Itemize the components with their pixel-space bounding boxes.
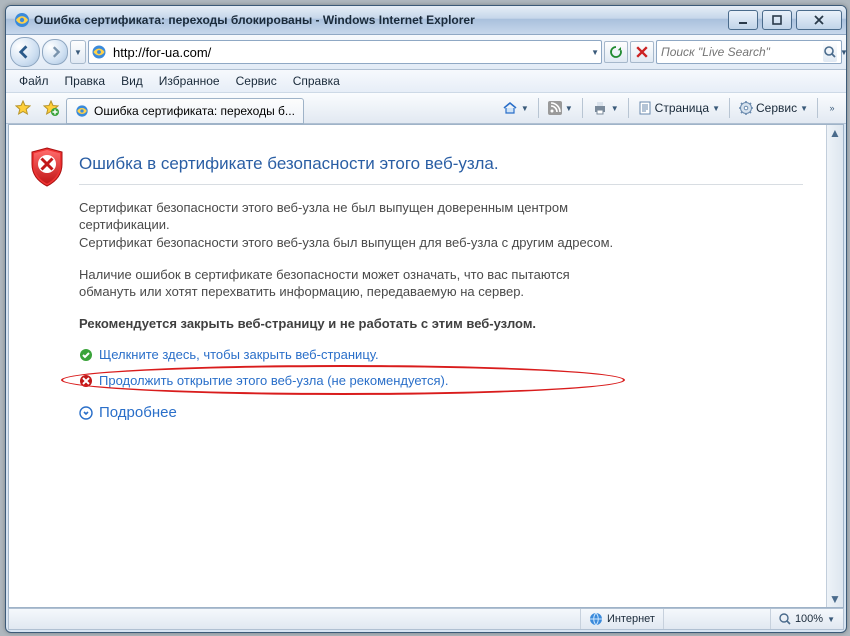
close-page-row: Щелкните здесь, чтобы закрыть веб-страни… [79, 346, 619, 364]
continue-link[interactable]: Продолжить открытие этого веб-узла (не р… [99, 372, 448, 390]
command-bar: Ошибка сертификата: переходы б... ▼ ▼ ▼ … [6, 93, 846, 124]
search-dropdown[interactable]: ▼ [840, 48, 847, 57]
more-info-link[interactable]: Подробнее [99, 403, 177, 423]
zoom-icon [779, 613, 791, 625]
close-page-link[interactable]: Щелкните здесь, чтобы закрыть веб-страни… [99, 346, 379, 364]
ie-icon [14, 12, 30, 28]
search-box[interactable]: ▼ [656, 40, 842, 64]
add-favorites-button[interactable] [38, 96, 64, 120]
toolbar-chevron[interactable]: » [822, 96, 842, 120]
cert-error-text-3: Наличие ошибок в сертификате безопасност… [79, 266, 619, 301]
nav-bar: ▼ ▼ ▼ [6, 35, 846, 70]
minimize-button[interactable] [728, 10, 758, 30]
window-buttons [728, 10, 842, 30]
cert-error-page: Ошибка в сертификате безопасности этого … [9, 125, 843, 452]
forward-button[interactable] [42, 39, 68, 65]
tools-menu-button[interactable]: Сервис▼ [734, 96, 813, 120]
status-zoom[interactable]: 100% ▼ [770, 609, 843, 629]
scroll-down-button[interactable]: ▼ [827, 591, 843, 607]
menu-help[interactable]: Справка [286, 72, 347, 90]
window-title: Ошибка сертификата: переходы блокированы… [34, 13, 728, 27]
ie-page-icon [91, 44, 107, 60]
titlebar: Ошибка сертификата: переходы блокированы… [6, 6, 846, 35]
page-menu-button[interactable]: Страница▼ [633, 96, 725, 120]
back-button[interactable] [10, 37, 40, 67]
menu-edit[interactable]: Правка [58, 72, 113, 90]
recent-pages-button[interactable]: ▼ [70, 40, 86, 64]
shield-error-icon [29, 147, 65, 187]
menu-bar: Файл Правка Вид Избранное Сервис Справка [6, 70, 846, 93]
menu-favorites[interactable]: Избранное [152, 72, 227, 90]
cert-error-recommendation: Рекомендуется закрыть веб-страницу и не … [79, 315, 619, 333]
search-button[interactable] [823, 42, 837, 62]
ie-page-icon [75, 104, 89, 118]
tab-label: Ошибка сертификата: переходы б... [94, 104, 295, 118]
feeds-button[interactable]: ▼ [543, 96, 578, 120]
content-area: ▲ ▼ Ошибка в сертификате безопасности эт… [8, 124, 844, 608]
continue-row: Продолжить открытие этого веб-узла (не р… [79, 372, 619, 390]
scroll-up-button[interactable]: ▲ [827, 125, 843, 141]
divider [79, 184, 803, 185]
status-protected-mode[interactable] [663, 609, 770, 629]
cert-error-text-2: Сертификат безопасности этого веб-узла б… [79, 234, 619, 252]
zoom-dropdown[interactable]: ▼ [827, 615, 835, 624]
warn-shield-icon [79, 374, 93, 388]
stop-button[interactable] [630, 41, 654, 63]
address-dropdown[interactable]: ▼ [591, 48, 599, 57]
ok-shield-icon [79, 348, 93, 362]
tab-current[interactable]: Ошибка сертификата: переходы б... [66, 98, 304, 124]
cert-error-text-1: Сертификат безопасности этого веб-узла н… [79, 199, 619, 234]
internet-zone-icon [589, 612, 603, 626]
close-button[interactable] [796, 10, 842, 30]
expand-icon [79, 406, 93, 420]
menu-tools[interactable]: Сервис [229, 72, 284, 90]
status-bar: Интернет 100% ▼ [8, 608, 844, 630]
browser-window: Ошибка сертификата: переходы блокированы… [5, 5, 847, 633]
favorites-star-button[interactable] [10, 96, 36, 120]
maximize-button[interactable] [762, 10, 792, 30]
menu-view[interactable]: Вид [114, 72, 150, 90]
vertical-scrollbar[interactable]: ▲ ▼ [826, 125, 843, 607]
address-input[interactable] [111, 44, 587, 61]
address-bar[interactable]: ▼ [88, 40, 602, 64]
print-button[interactable]: ▼ [587, 96, 624, 120]
more-info-row: Подробнее [79, 403, 619, 423]
search-input[interactable] [659, 44, 820, 60]
menu-file[interactable]: Файл [12, 72, 56, 90]
cert-error-heading: Ошибка в сертификате безопасности этого … [79, 153, 803, 176]
refresh-button[interactable] [604, 41, 628, 63]
status-zone[interactable]: Интернет [580, 609, 663, 629]
home-button[interactable]: ▼ [497, 96, 534, 120]
